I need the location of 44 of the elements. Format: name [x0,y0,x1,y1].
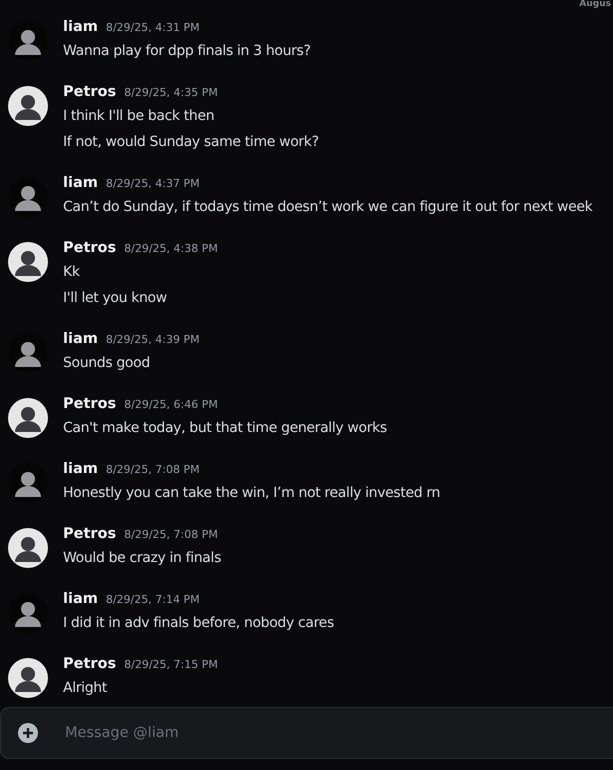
avatar[interactable] [8,658,48,698]
message-text: Alright [63,679,108,698]
timestamp: 8/29/25, 4:35 PM [124,86,218,99]
avatar[interactable] [8,21,48,61]
timestamp: 8/29/25, 4:37 PM [106,177,200,190]
username[interactable]: Petros [63,396,116,412]
message-text: I'll let you know [63,289,168,308]
message-text: Would be crazy in finals [63,549,222,568]
username[interactable]: liam [63,175,98,191]
avatar[interactable] [8,528,48,568]
username[interactable]: liam [63,19,98,35]
username[interactable]: liam [63,331,98,347]
add-attachment-icon[interactable] [18,723,38,743]
avatar[interactable] [8,398,48,438]
avatar[interactable] [8,593,48,633]
timestamp: 8/29/25, 7:15 PM [124,658,218,671]
timestamp: 8/29/25, 4:39 PM [106,333,200,346]
avatar[interactable] [8,242,48,282]
message-text: Sounds good [63,354,151,373]
message-text: Can't make today, but that time generally works [63,419,387,438]
timestamp: 8/29/25, 6:46 PM [124,398,218,411]
message-text: Can’t do Sunday, if todays time doesn’t work we can figure it out for next week [63,198,592,217]
avatar[interactable] [8,86,48,126]
username[interactable]: Petros [63,240,116,256]
timestamp: 8/29/25, 4:38 PM [124,242,218,255]
message-text: If not, would Sunday same time work? [63,133,319,152]
message-text: Kk [63,263,81,282]
message-input-field[interactable]: Message @liam [65,725,465,741]
message-text: Honestly you can take the win, I’m not really invested rn [63,484,440,503]
username[interactable]: Petros [63,656,116,672]
message-text: I think I'll be back then [63,107,216,126]
message-text: Wanna play for dpp finals in 3 hours? [63,42,311,61]
username[interactable]: liam [63,461,98,477]
timestamp: 8/29/25, 7:08 PM [106,463,200,476]
timestamp: 8/29/25, 4:31 PM [106,21,200,34]
timestamp: 8/29/25, 7:08 PM [124,528,218,541]
avatar[interactable] [8,177,48,217]
username[interactable]: Petros [63,526,116,542]
message-text: I did it in adv finals before, nobody cares [63,614,334,633]
avatar[interactable] [8,463,48,503]
avatar[interactable] [8,333,48,373]
username[interactable]: Petros [63,84,116,100]
username[interactable]: liam [63,591,98,607]
timestamp: 8/29/25, 7:14 PM [106,593,200,606]
